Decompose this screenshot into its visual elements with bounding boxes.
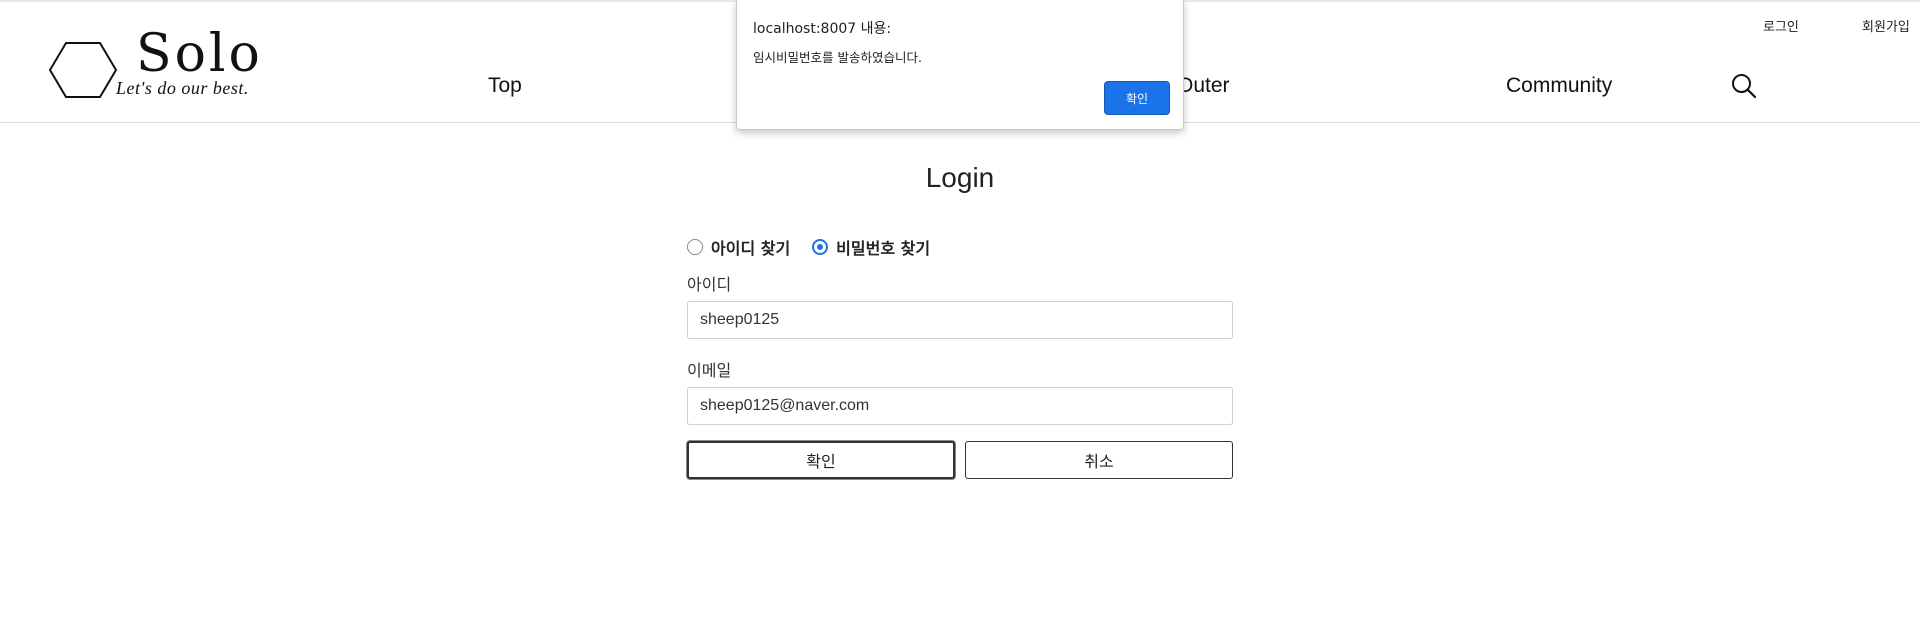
- radio-find-id-button[interactable]: [687, 239, 703, 255]
- hexagon-logo-icon: [48, 42, 118, 98]
- find-type-radio-group: 아이디 찾기 비밀번호 찾기: [687, 236, 952, 258]
- radio-find-id[interactable]: 아이디 찾기: [687, 235, 790, 259]
- radio-find-password[interactable]: 비밀번호 찾기: [812, 235, 930, 259]
- alert-dialog-title: localhost:8007 내용:: [753, 21, 892, 37]
- id-field-label: 아이디: [687, 275, 732, 294]
- alert-dialog-message: 임시비밀번호를 발송하였습니다.: [753, 50, 922, 65]
- page-title: Login: [925, 162, 995, 193]
- id-input[interactable]: [687, 301, 1233, 339]
- radio-find-password-button[interactable]: [812, 239, 829, 255]
- cancel-button[interactable]: 취소: [965, 441, 1233, 479]
- alert-ok-button[interactable]: 확인: [1104, 81, 1170, 115]
- site-logo[interactable]: Solo Let's do our best.: [48, 24, 308, 110]
- nav-top[interactable]: Top: [488, 74, 522, 98]
- login-link[interactable]: 로그인: [1763, 16, 1799, 35]
- email-input[interactable]: [687, 387, 1233, 425]
- radio-find-id-label: 아이디 찾기: [711, 239, 791, 258]
- email-field-label: 이메일: [687, 361, 732, 380]
- search-icon[interactable]: [1730, 72, 1758, 100]
- logo-title: Solo: [136, 24, 263, 84]
- alert-dialog: localhost:8007 내용: 임시비밀번호를 발송하였습니다. 확인: [736, 0, 1184, 130]
- signup-link[interactable]: 회원가입: [1862, 16, 1910, 35]
- radio-find-password-label: 비밀번호 찾기: [836, 239, 931, 258]
- logo-tagline: Let's do our best.: [116, 78, 249, 98]
- nav-outer[interactable]: Outer: [1177, 74, 1230, 98]
- nav-community[interactable]: Community: [1506, 74, 1612, 98]
- confirm-button[interactable]: 확인: [687, 441, 955, 479]
